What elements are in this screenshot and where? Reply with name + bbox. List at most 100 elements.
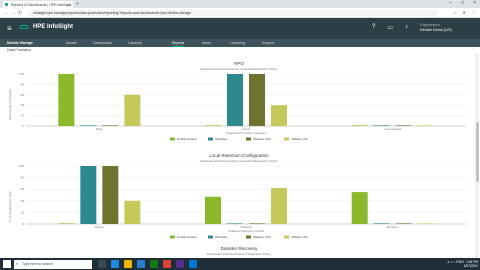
- legend-swatch: [170, 137, 175, 141]
- breadcrumb: Data Protection: [7, 48, 32, 52]
- y-tick-label: 60: [21, 187, 25, 191]
- browser-toolbar-icons: ☆ ● ⋮: [453, 10, 476, 16]
- pinned-apps: [98, 260, 197, 268]
- y-tick-label: 0: [22, 222, 24, 226]
- tab-title: Reports & Dashboards | HPE InfoSight: [11, 2, 72, 7]
- taskbar-search-input[interactable]: ⌕ Type here to search: [14, 259, 92, 269]
- legend-swatch: [208, 235, 213, 239]
- bookmark-star-icon[interactable]: ☆: [453, 10, 457, 16]
- x-tick-label: Unprotected: [384, 127, 401, 131]
- legend-label: Windows: [215, 235, 228, 239]
- chat-icon[interactable]: ▭: [387, 24, 393, 31]
- sub-navigation: Nimble Storage Assets Dashboards Capacit…: [0, 39, 480, 47]
- mail-icon[interactable]: [137, 260, 145, 268]
- legend-label: VMware VM: [291, 137, 308, 141]
- organization-label: Organization: [420, 23, 440, 27]
- legend-swatch: [246, 137, 251, 141]
- outlook-icon[interactable]: [189, 260, 197, 268]
- subnav-alerts[interactable]: Alerts: [202, 41, 211, 45]
- subnav-product[interactable]: Nimble Storage: [7, 41, 33, 45]
- legend-label: VMware VVol: [253, 235, 271, 239]
- chart-xlabel: Snapshot Retention Period: [228, 229, 264, 233]
- subnav-dashboards[interactable]: Dashboards: [93, 41, 112, 45]
- minimize-icon[interactable]: –: [449, 0, 452, 6]
- bar: [80, 166, 97, 224]
- system-tray[interactable]: ∧ ⌂ ♪ ENG: [447, 260, 464, 264]
- subnav-assets[interactable]: Assets: [66, 41, 77, 45]
- browser-menu-icon[interactable]: ⋮: [472, 10, 477, 16]
- y-tick-label: 40: [21, 199, 25, 203]
- taskbar-clock[interactable]: 1:46 PM 5/27/2021: [464, 260, 478, 268]
- retention-bar-chart: 020406080100Day(s) Week(s) Month(s)Snapsho…: [19, 164, 466, 239]
- task-view-icon[interactable]: [98, 260, 106, 268]
- notifications-icon[interactable]: ♪: [405, 24, 408, 31]
- address-input[interactable]: infosight.hpe.com/app/reports/data-prote…: [28, 9, 438, 16]
- teams-icon[interactable]: [176, 260, 184, 268]
- tab-favicon-icon: [5, 3, 8, 6]
- bar: [102, 166, 119, 224]
- legend-label: VMware VVol: [253, 137, 271, 141]
- maximize-icon[interactable]: □: [461, 0, 464, 6]
- bar: [227, 74, 243, 126]
- bar: [124, 94, 141, 126]
- legend-swatch: [170, 235, 175, 239]
- browser-tab[interactable]: Reports & Dashboards | HPE InfoSight ×: [3, 1, 73, 8]
- header-icons: ? ▭ ♪: [372, 24, 408, 31]
- subnav-capacity[interactable]: Capacity: [128, 41, 142, 45]
- profile-icon[interactable]: ●: [463, 10, 466, 16]
- scrollbar-thumb[interactable]: [475, 122, 479, 182]
- y-tick-label: 40: [21, 103, 25, 107]
- back-icon[interactable]: ←: [4, 10, 9, 16]
- search-placeholder: Type here to search: [22, 261, 53, 266]
- browser-tab-strip: Reports & Dashboards | HPE InfoSight × +…: [0, 0, 480, 8]
- disaster-recovery-panel: Disaster Recovery Replication Protected …: [4, 244, 474, 258]
- app-header: ≡ HPE InfoSight ? ▭ ♪ Organization Nimbl…: [0, 18, 480, 39]
- bar: [205, 196, 221, 224]
- subnav-licensing[interactable]: Licensing: [230, 41, 245, 45]
- breadcrumb-row: Data Protection: [0, 47, 480, 54]
- legend-label: Nimble Hosted: [177, 137, 197, 141]
- organization-selector[interactable]: Nimble Demo (US): [420, 28, 452, 32]
- chrome-icon[interactable]: [163, 260, 171, 268]
- bar: [351, 192, 368, 224]
- reload-icon[interactable]: ↻: [18, 10, 22, 16]
- forward-icon[interactable]: →: [11, 10, 16, 16]
- y-tick-label: 100: [19, 164, 24, 168]
- bar: [271, 105, 287, 126]
- page-scrollbar[interactable]: [475, 54, 479, 258]
- bar: [271, 188, 287, 224]
- rpo-bar-chart: 020406080100Daily Hourly UnprotectedSnapsh…: [19, 72, 466, 141]
- legend-label: Windows: [215, 137, 228, 141]
- hpe-logo-icon: [20, 25, 28, 29]
- legend-label: Nimble Hosted: [177, 235, 197, 239]
- menu-icon[interactable]: ≡: [7, 24, 12, 33]
- help-icon[interactable]: ?: [372, 24, 375, 31]
- windows-taskbar: ⌕ Type here to search ∧ ⌂ ♪ ENG 1:46 PM …: [0, 258, 480, 270]
- y-tick-label: 60: [21, 93, 25, 97]
- legend-swatch: [246, 235, 251, 239]
- section-subtitle: Replication Protected Data by Replicatio…: [206, 252, 272, 256]
- clock-time: 1:46 PM: [466, 259, 478, 264]
- y-tick-label: 100: [19, 72, 24, 76]
- legend-swatch: [208, 137, 213, 141]
- legend-label: VMware VM: [291, 235, 308, 239]
- subnav-support[interactable]: Support: [262, 41, 274, 45]
- store-icon[interactable]: [150, 260, 158, 268]
- search-icon: ⌕: [16, 261, 19, 266]
- y-tick-label: 80: [21, 176, 25, 180]
- edge-icon[interactable]: [111, 260, 119, 268]
- bar: [249, 74, 265, 126]
- retention-chart-panel: Local Retention Configuration Replicated…: [4, 150, 474, 242]
- windows-start-icon[interactable]: [3, 260, 11, 268]
- legend-swatch: [284, 235, 289, 239]
- close-window-icon[interactable]: ×: [473, 0, 476, 6]
- tab-close-icon[interactable]: ×: [69, 2, 71, 7]
- new-tab-button[interactable]: +: [76, 1, 79, 7]
- bar: [124, 200, 141, 224]
- rpo-chart-panel: RPO Replicated Protected Data by Snapsho…: [4, 58, 474, 141]
- chart-xlabel: Snapshot Protection Category: [226, 131, 267, 135]
- y-tick-label: 80: [21, 82, 25, 86]
- y-tick-label: 20: [21, 114, 25, 118]
- address-bar-row: ← → ↻ infosight.hpe.com/app/reports/data…: [0, 8, 480, 18]
- file-explorer-icon[interactable]: [124, 260, 132, 268]
